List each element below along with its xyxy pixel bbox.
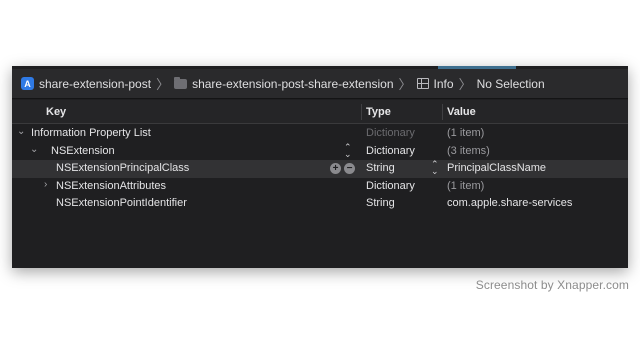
plist-editor-window: A share-extension-post 〉 share-extension… [12, 66, 628, 268]
breadcrumb-selection[interactable]: No Selection [477, 77, 545, 91]
row-type: String [366, 197, 395, 209]
table-row[interactable]: ⌄ Information Property List Dictionary (… [12, 125, 628, 143]
breadcrumb-file[interactable]: Info [416, 76, 454, 91]
chevron-right-icon: 〉 [398, 77, 412, 92]
table-row-selected[interactable]: NSExtensionPrincipalClass + − String ⌃ ⌄ … [12, 160, 628, 178]
table-row[interactable]: NSExtensionPointIdentifier String com.ap… [12, 195, 628, 213]
row-type: Dictionary [366, 144, 415, 157]
table-row[interactable]: ⌄ NSExtension ⌃ ⌄ Dictionary (3 items) [12, 142, 628, 161]
add-row-icon[interactable]: + [330, 163, 341, 174]
chevron-right-icon[interactable]: › [44, 179, 47, 190]
row-value: (1 item) [447, 179, 485, 192]
column-header-key[interactable]: Key [46, 106, 66, 118]
row-value[interactable]: PrincipalClassName [447, 162, 546, 174]
row-key: Information Property List [31, 127, 151, 139]
plist-rows: ⌄ Information Property List Dictionary (… [12, 125, 628, 213]
row-value: com.apple.share-services [447, 197, 573, 209]
row-type: Dictionary [366, 127, 415, 139]
chevron-down-icon[interactable]: ⌄ [30, 144, 38, 155]
type-updown-icon[interactable]: ⌃ ⌄ [431, 160, 439, 176]
jump-bar: A share-extension-post 〉 share-extension… [12, 69, 628, 99]
column-divider[interactable] [361, 104, 362, 120]
breadcrumb-project[interactable]: A share-extension-post [21, 77, 151, 91]
breadcrumb-selection-label: No Selection [476, 76, 545, 91]
column-header-value[interactable]: Value [447, 106, 476, 118]
row-value: (3 items) [447, 144, 490, 157]
table-row[interactable]: › NSExtensionAttributes Dictionary (1 it… [12, 178, 628, 196]
row-value: (1 item) [447, 127, 485, 139]
column-header-type[interactable]: Type [366, 106, 391, 118]
chevron-right-icon: 〉 [458, 77, 472, 92]
folder-icon [174, 76, 188, 89]
remove-row-icon[interactable]: − [344, 163, 355, 174]
breadcrumb-project-label: share-extension-post [39, 76, 152, 91]
chevron-right-icon: 〉 [156, 77, 170, 92]
watermark-text: Screenshot by Xnapper.com [475, 278, 629, 292]
type-updown-icon[interactable]: ⌃ ⌄ [344, 142, 352, 158]
column-header: Key Type Value [12, 100, 628, 124]
row-type: Dictionary [366, 179, 415, 192]
row-key: NSExtensionAttributes [56, 179, 167, 192]
row-key: NSExtensionPrincipalClass [56, 162, 190, 174]
plist-table-icon [416, 78, 429, 89]
row-key: NSExtensionPointIdentifier [56, 197, 187, 209]
row-key: NSExtension [51, 144, 115, 157]
breadcrumb-folder-label: share-extension-post-share-extension [192, 76, 394, 91]
breadcrumb-file-label: Info [433, 76, 454, 91]
breadcrumb-folder[interactable]: share-extension-post-share-extension [174, 76, 394, 91]
chevron-down-icon[interactable]: ⌄ [17, 126, 25, 137]
row-type: String [366, 162, 395, 174]
app-project-icon: A [21, 77, 34, 90]
column-divider[interactable] [442, 104, 443, 120]
